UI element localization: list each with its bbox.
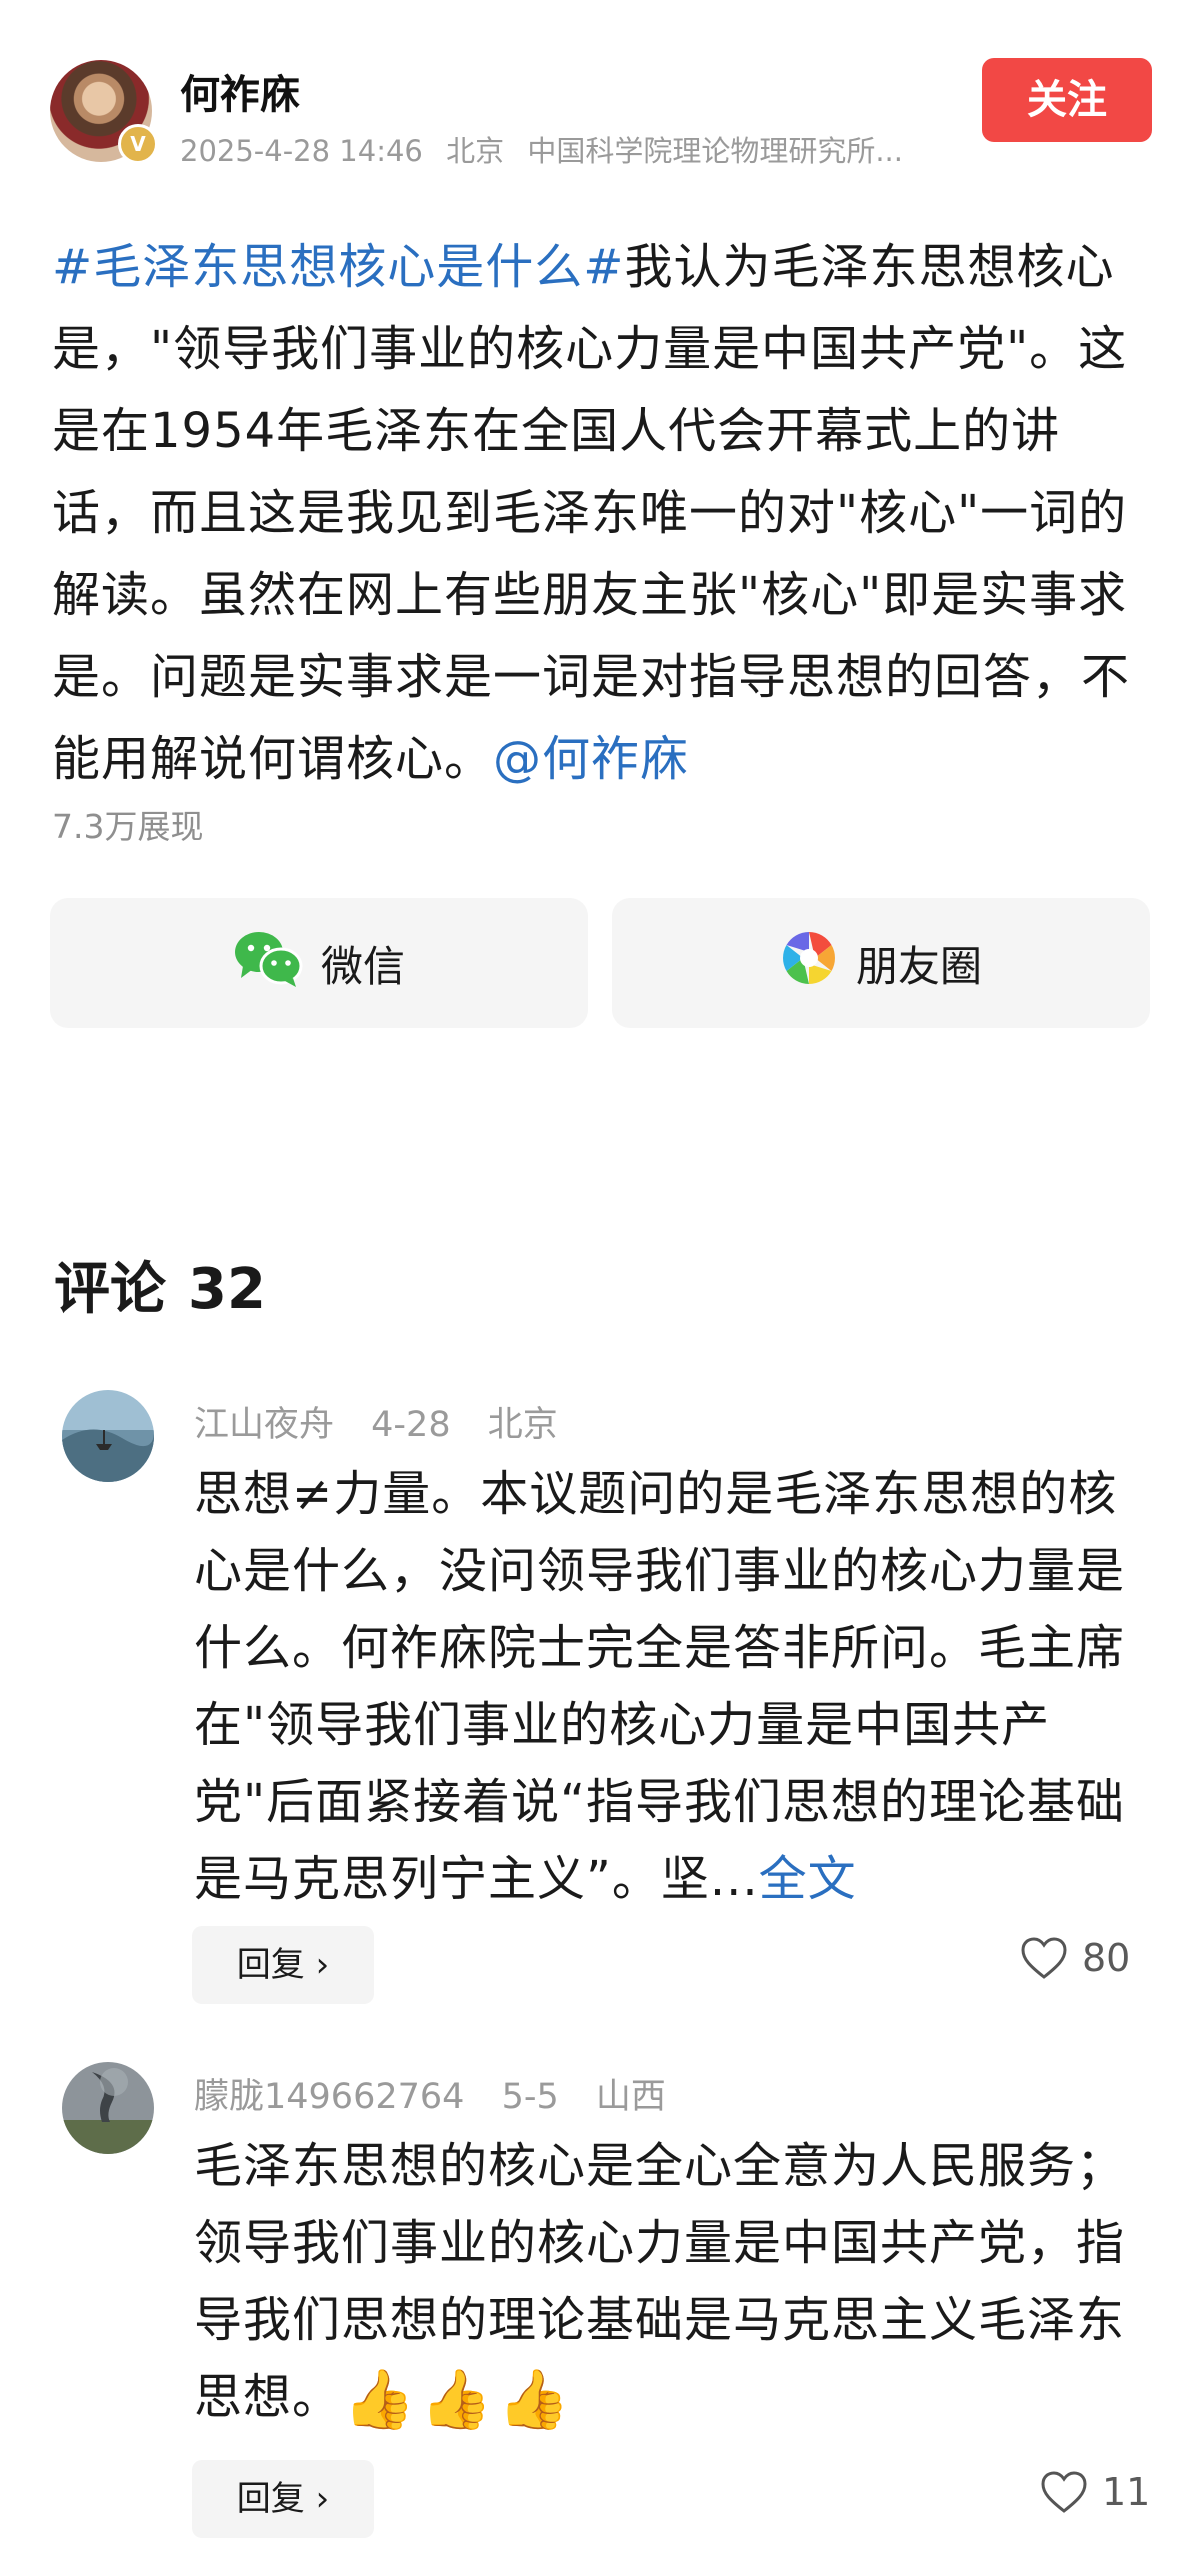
post-text: 我认为毛泽东思想核心是，"领导我们事业的核心力量是中国共产党"。这是在1954年… [52,239,1131,787]
verified-icon: V [118,124,158,164]
like-count: 11 [1102,2470,1151,2514]
heart-icon [1021,1937,1067,1979]
reply-button[interactable]: 回复 › [192,2460,374,2538]
comment-item: 朦胧149662764 5-5 山西 毛泽东思想的核心是全心全意为人民服务；领导… [0,2062,1200,2542]
author-avatar[interactable]: V [50,60,158,164]
share-moments-label: 朋友圈 [855,941,982,991]
post-meta: 2025-4-28 14:46 北京 中国科学院理论物理研究所... [180,128,940,170]
comments-header: 评论 32 [54,1244,288,1325]
comment-text: 毛泽东思想的核心是全心全意为人民服务；领导我们事业的核心力量是中国共产党，指导我… [194,2128,1144,2436]
share-moments-button[interactable]: 朋友圈 [612,898,1150,1028]
comments-count: 32 [188,1257,266,1322]
comment-meta: 朦胧149662764 5-5 山西 [194,2068,692,2119]
comments-label: 评论 [54,1257,166,1322]
comment-username[interactable]: 江山夜舟 [194,1405,334,1445]
mention-link[interactable]: @何祚庥 [493,731,689,787]
post-location: 北京 [446,134,505,168]
comment-item: 江山夜舟 4-28 北京 思想≠力量。本议题问的是毛泽东思想的核心是什么，没问领… [0,1390,1200,2004]
follow-button[interactable]: 关注 [982,58,1152,142]
comment-location: 北京 [487,1405,558,1445]
share-wechat-label: 微信 [320,941,405,991]
thumbs-up-emoji: 👍 [497,2365,571,2433]
view-count: 7.3万展现 [52,807,204,846]
expand-full-text-link[interactable]: 全文 [759,1851,857,1907]
comment-body: 思想≠力量。本议题问的是毛泽东思想的核心是什么，没问领导我们事业的核心力量是什么… [194,1466,1126,1907]
topic-link[interactable]: #毛泽东思想核心是什么# [52,239,624,295]
comment-username[interactable]: 朦胧149662764 [194,2077,464,2117]
comment-text: 思想≠力量。本议题问的是毛泽东思想的核心是什么，没问领导我们事业的核心力量是什么… [194,1456,1144,1918]
thumbs-up-emoji: 👍 [420,2365,494,2433]
post-header: V 何祚庥 2025-4-28 14:46 北京 中国科学院理论物理研究所...… [0,0,1200,190]
post-date: 2025-4-28 14:46 [180,134,423,168]
like-button[interactable]: 80 [1020,1936,1130,1980]
comment-avatar[interactable] [62,2062,154,2154]
share-wechat-button[interactable]: 微信 [50,898,588,1028]
comment-meta: 江山夜舟 4-28 北京 [194,1396,584,1447]
reply-button[interactable]: 回复 › [192,1926,374,2004]
moments-icon [780,929,838,997]
wechat-icon [233,928,303,998]
comment-body: 毛泽东思想的核心是全心全意为人民服务；领导我们事业的核心力量是中国共产党，指导我… [194,2138,1126,2425]
post-content: #毛泽东思想核心是什么#我认为毛泽东思想核心是，"领导我们事业的核心力量是中国共… [52,226,1152,800]
comment-avatar[interactable] [62,1390,154,1482]
author-name[interactable]: 何祚庥 [180,62,300,120]
comment-date: 5-5 [501,2077,559,2117]
like-button[interactable]: 11 [1040,2470,1150,2514]
author-org: 中国科学院理论物理研究所... [527,134,903,168]
heart-icon [1041,2471,1087,2513]
comment-date: 4-28 [371,1405,451,1445]
thumbs-up-emoji: 👍 [343,2365,417,2433]
comment-location: 山西 [595,2077,666,2117]
like-count: 80 [1082,1936,1131,1980]
